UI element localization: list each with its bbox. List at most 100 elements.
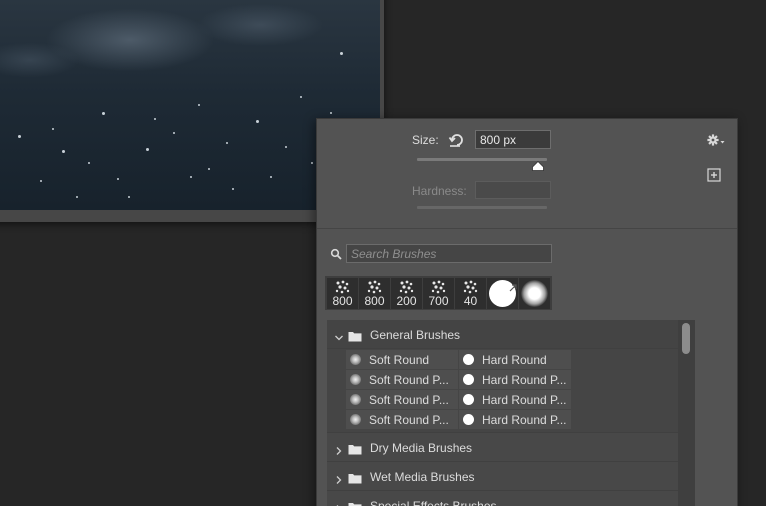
star [256,120,259,123]
folder-name: Dry Media Brushes [370,441,473,455]
preset-row: Soft Round P... Hard Round P... [346,370,695,390]
textured-brush-tip-icon [367,280,382,294]
textured-brush-tip-icon [335,280,350,294]
scrollbar[interactable] [678,320,695,506]
folder-row[interactable]: Dry Media Brushes [327,433,695,462]
star [270,176,272,178]
preset-grid: Soft Round Hard Round Soft Round P... Hard … [327,349,695,433]
recent-brush-6[interactable] [487,278,518,309]
star [102,112,105,115]
brush-preset[interactable]: Soft Round P... [346,390,458,409]
star [88,162,90,164]
star [340,52,343,55]
star [146,148,149,151]
hard-round-tip-icon [463,414,474,425]
folder-icon [348,329,362,342]
star [62,150,65,153]
soft-round-tip-icon [350,414,361,425]
textured-brush-tip-icon [431,280,446,294]
search-input[interactable] [346,244,552,263]
hard-round-tip-icon [463,374,474,385]
star [154,118,156,120]
recent-brush-5[interactable]: 40 [455,278,486,309]
folder-name: Wet Media Brushes [370,470,475,484]
star [285,146,287,148]
preset-name: Hard Round [482,353,547,367]
star [208,168,210,170]
folder-name: Special Effects Brushes [370,499,497,506]
star [300,96,302,98]
brush-preset[interactable]: Soft Round P... [346,370,458,389]
textured-brush-tip-icon [399,280,414,294]
size-slider-track[interactable] [417,158,547,161]
star [52,128,54,130]
size-field[interactable]: 800 px [475,130,551,149]
folder-icon [348,442,362,455]
star [128,196,130,198]
folder-row[interactable]: General Brushes [327,320,695,349]
search-icon [330,248,342,260]
size-label: Size: [412,133,439,147]
preset-name: Hard Round P... [482,393,567,407]
brush-size-value: 700 [428,294,449,308]
folder-row[interactable]: Special Effects Brushes [327,491,695,506]
hard-round-tip-icon [463,394,474,405]
preset-row: Soft Round P... Hard Round P... [346,390,695,410]
brush-preset[interactable]: Hard Round P... [459,410,571,429]
brush-preset[interactable]: Soft Round [346,350,458,369]
preset-name: Hard Round P... [482,413,567,427]
new-preset-icon[interactable] [707,168,721,182]
recent-brush-4[interactable]: 700 [423,278,454,309]
hardness-slider-track [417,206,547,209]
hardness-field [475,181,551,199]
star [226,142,228,144]
brush-size-value: 800 [332,294,353,308]
folder-name: General Brushes [370,328,461,342]
recent-brush-7[interactable] [519,278,550,309]
brush-preset[interactable]: Hard Round [459,350,571,369]
chevron-right-icon[interactable] [334,501,344,506]
star [330,112,332,114]
preset-row: Soft Round P... Hard Round P... [346,410,695,430]
preset-name: Soft Round P... [369,373,449,387]
recent-brush-1[interactable]: 800 [327,278,358,309]
chevron-down-icon[interactable] [334,330,344,341]
hardness-label: Hardness: [412,184,467,198]
star [173,132,175,134]
recent-brush-3[interactable]: 200 [391,278,422,309]
brush-size-value: 800 [364,294,385,308]
star [76,196,78,198]
chevron-right-icon[interactable] [334,443,344,455]
star [190,176,192,178]
preset-name: Soft Round P... [369,413,449,427]
star [232,188,234,190]
soft-round-tip-icon [350,394,361,405]
star [40,180,42,182]
hard-round-tip-icon [463,354,474,365]
brush-preset[interactable]: Hard Round P... [459,390,571,409]
scrollbar-thumb[interactable] [682,323,690,354]
gear-icon[interactable] [706,133,726,147]
recent-brushes: 800 800 200 700 40 [325,276,552,310]
brush-preset[interactable]: Soft Round P... [346,410,458,429]
textured-brush-tip-icon [463,280,478,294]
folder-row[interactable]: Wet Media Brushes [327,462,695,491]
preset-row: Soft Round Hard Round [346,350,695,370]
star [198,104,200,106]
section-divider [317,228,737,229]
brush-size-value: 200 [396,294,417,308]
recent-brush-2[interactable]: 800 [359,278,390,309]
star [311,162,313,164]
star [117,178,119,180]
star [18,135,21,138]
soft-round-tip-icon [521,280,548,307]
chevron-right-icon[interactable] [334,472,344,484]
reset-icon[interactable] [448,131,466,149]
folder-icon [348,471,362,484]
size-slider-thumb[interactable] [531,161,544,171]
brush-preset-list: General Brushes Soft Round Hard Round Soft … [327,320,695,506]
brush-preset[interactable]: Hard Round P... [459,370,571,389]
brush-size-value: 40 [463,294,478,308]
soft-round-tip-icon [350,374,361,385]
selected-arrow-icon [509,279,517,292]
